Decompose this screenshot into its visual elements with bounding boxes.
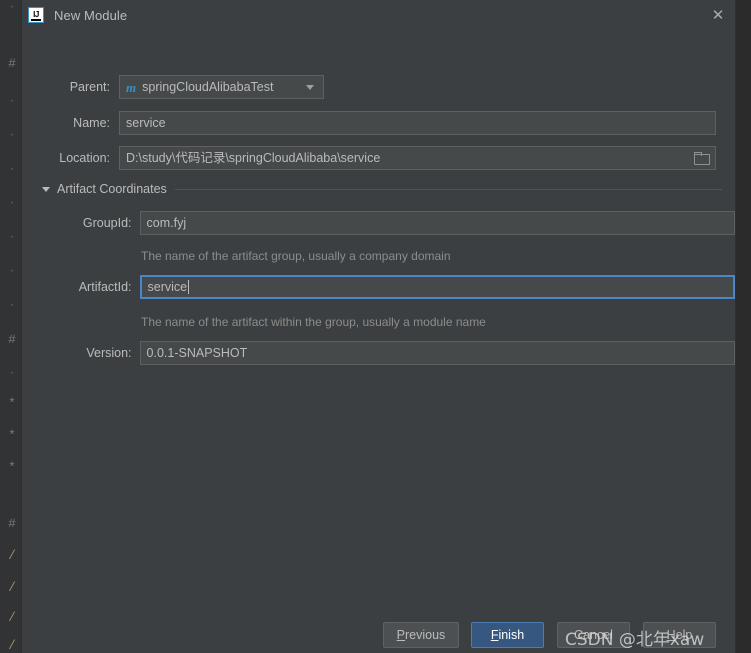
help-button[interactable]: Help	[643, 622, 716, 648]
name-value: service	[126, 116, 166, 130]
location-input[interactable]: D:\study\代码记录\springCloudAlibaba\service	[119, 146, 716, 170]
editor-glyph: ·	[8, 368, 16, 380]
editor-glyph: /	[8, 610, 16, 625]
location-row: Location: D:\study\代码记录\springCloudAliba…	[22, 146, 735, 170]
editor-glyph: ·	[8, 130, 16, 142]
editor-glyph: /	[8, 580, 16, 595]
intellij-idea-icon: IJ	[28, 7, 44, 23]
editor-glyph: ·	[8, 266, 16, 278]
maven-module-icon: m	[126, 79, 137, 95]
editor-glyph: #	[8, 332, 16, 347]
dialog-title: New Module	[54, 7, 128, 23]
previous-label-rest: revious	[405, 628, 446, 642]
section-divider	[174, 188, 722, 190]
dialog-button-bar: Previous Finish Cancel Help	[22, 613, 735, 648]
parent-label: Parent:	[69, 80, 110, 94]
text-caret	[188, 280, 190, 294]
triangle-down-icon[interactable]	[42, 186, 50, 192]
version-row: Version: 0.0.1-SNAPSHOT	[22, 341, 735, 365]
editor-glyph: *	[8, 460, 16, 475]
editor-glyph: #	[8, 516, 16, 531]
editor-glyph: *	[8, 396, 16, 411]
parent-value: springCloudAlibabaTest	[142, 80, 274, 94]
help-mnemonic: H	[666, 628, 676, 642]
editor-glyph: #	[8, 56, 16, 71]
screen-root: · # · · · · · · · # · * * * # / / / / IJ New Module ✕ Pare…	[0, 0, 751, 653]
editor-glyph: ·	[8, 232, 16, 244]
artifact-id-row: ArtifactId: service	[22, 275, 735, 299]
artifact-id-hint: The name of the artifact within the grou…	[141, 315, 486, 329]
finish-label-rest: inish	[498, 628, 525, 642]
version-label: Version:	[86, 346, 132, 360]
location-value: D:\study\代码记录\springCloudAlibaba\service	[126, 151, 381, 165]
previous-button[interactable]: Previous	[383, 622, 459, 648]
group-id-hint: The name of the artifact group, usually …	[141, 249, 451, 263]
group-id-value: com.fyj	[146, 216, 187, 230]
dialog-titlebar: IJ New Module ✕	[22, 0, 735, 30]
artifact-id-label: ArtifactId:	[78, 280, 132, 294]
parent-combobox[interactable]: m springCloudAlibabaTest	[119, 75, 324, 99]
artifact-coordinates-label: Artifact Coordinates	[57, 182, 167, 196]
new-module-dialog: IJ New Module ✕ Parent: m springCloudAli…	[22, 0, 735, 653]
editor-glyph: /	[8, 548, 16, 563]
previous-mnemonic: P	[396, 628, 406, 642]
editor-glyph: ·	[8, 96, 16, 108]
artifact-id-value: service	[147, 280, 188, 294]
editor-glyph: ·	[8, 2, 16, 14]
name-input[interactable]: service	[119, 111, 716, 135]
cancel-button[interactable]: Cancel	[557, 622, 630, 648]
cancel-label: Cancel	[574, 628, 613, 642]
name-label: Name:	[73, 116, 110, 130]
folder-icon[interactable]	[694, 152, 710, 165]
artifact-coordinates-section-header[interactable]: Artifact Coordinates	[42, 182, 722, 196]
artifact-id-input[interactable]: service	[139, 275, 735, 299]
editor-glyph: ·	[8, 164, 16, 176]
finish-button[interactable]: Finish	[471, 622, 544, 648]
name-row: Name: service	[22, 111, 735, 135]
group-id-row: GroupId: com.fyj	[22, 211, 735, 235]
location-label: Location:	[59, 151, 110, 165]
editor-glyph: /	[8, 638, 16, 653]
chevron-down-icon[interactable]	[306, 84, 314, 90]
editor-code-column: · # · · · · · · · # · * * * # / / / /	[0, 0, 22, 653]
group-id-input[interactable]: com.fyj	[139, 211, 735, 235]
group-id-label: GroupId:	[82, 216, 132, 230]
editor-glyph: *	[8, 428, 16, 443]
help-label-rest: elp	[675, 628, 693, 642]
editor-glyph: ·	[8, 300, 16, 312]
parent-row: Parent: m springCloudAlibabaTest	[22, 75, 735, 99]
close-icon[interactable]: ✕	[707, 4, 729, 26]
version-input[interactable]: 0.0.1-SNAPSHOT	[139, 341, 735, 365]
editor-glyph: ·	[8, 198, 16, 210]
version-value: 0.0.1-SNAPSHOT	[146, 346, 248, 360]
